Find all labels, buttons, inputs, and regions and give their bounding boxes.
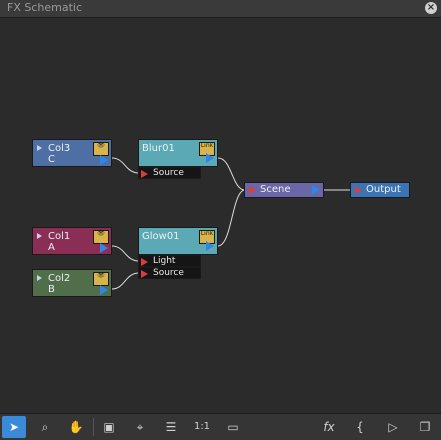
port-source[interactable]: Source: [138, 267, 201, 279]
expand-icon[interactable]: [37, 145, 42, 151]
input-port-icon[interactable]: [141, 270, 148, 278]
input-port-icon[interactable]: [355, 186, 362, 194]
output-port-icon[interactable]: [100, 155, 108, 165]
node-col3[interactable]: Col3 C 👁: [32, 139, 112, 167]
output-port-icon[interactable]: [206, 241, 214, 251]
node-scene[interactable]: Scene: [244, 182, 324, 198]
node-col1[interactable]: Col1 A 👁: [32, 227, 112, 255]
link-badge-label: Link: [200, 230, 214, 237]
node-sub: C: [48, 154, 55, 165]
port-source[interactable]: Source: [138, 167, 201, 179]
separator: [93, 418, 94, 436]
preview-icon[interactable]: ▭: [221, 416, 245, 438]
input-port-icon[interactable]: [249, 186, 256, 194]
wire-blur-scene: [217, 157, 246, 191]
output-port-icon[interactable]: [100, 285, 108, 295]
wire-col1-glow-light: [111, 245, 140, 262]
reorder-icon[interactable]: ☰: [159, 416, 183, 438]
actual-size-icon[interactable]: 1:1: [190, 416, 214, 438]
node-name: Col1: [48, 231, 71, 242]
expand-icon[interactable]: [37, 275, 42, 281]
expand-icon[interactable]: [37, 233, 42, 239]
output-port-icon[interactable]: [206, 153, 214, 163]
node-name: Output: [366, 184, 401, 195]
preview-toggle-icon[interactable]: 👁: [93, 230, 109, 244]
node-name: Glow01: [142, 231, 180, 242]
port-light[interactable]: Light: [138, 255, 201, 267]
node-col2[interactable]: Col2 B 👁: [32, 269, 112, 297]
output-port-icon[interactable]: [100, 243, 108, 253]
port-label: Source: [153, 268, 184, 278]
wire-col3-blur: [111, 157, 140, 174]
input-port-icon[interactable]: [141, 170, 148, 178]
macro-icon[interactable]: {: [348, 416, 372, 438]
schematic-toolbar: ➤ ⌕ ✋ ▣ ⌖ ☰ 1:1 ▭ fx { ▷ ❐: [0, 413, 441, 440]
window-toggle-icon[interactable]: ❐: [413, 416, 437, 438]
wire-col2-glow-source: [111, 272, 140, 290]
select-arrow-icon[interactable]: ➤: [2, 416, 26, 438]
node-blur01[interactable]: Blur01 Link: [138, 139, 218, 167]
focus-icon[interactable]: ⌖: [128, 416, 152, 438]
link-badge-label: Link: [200, 142, 214, 149]
fx-icon[interactable]: fx: [317, 416, 341, 438]
fit-window-icon[interactable]: ▣: [97, 416, 121, 438]
wire-glow-scene: [217, 189, 246, 247]
node-name: Col2: [48, 273, 71, 284]
port-label: Light: [153, 256, 176, 266]
play-icon[interactable]: ▷: [381, 416, 405, 438]
port-label: Source: [153, 168, 184, 178]
node-name: Scene: [260, 184, 291, 195]
node-glow01[interactable]: Glow01 Link: [138, 227, 218, 255]
hand-icon[interactable]: ✋: [64, 416, 88, 438]
node-sub: A: [48, 242, 55, 253]
output-port-icon[interactable]: [312, 185, 320, 195]
preview-toggle-icon[interactable]: 👁: [93, 142, 109, 156]
zoom-icon[interactable]: ⌕: [33, 416, 57, 438]
preview-toggle-icon[interactable]: 👁: [93, 272, 109, 286]
input-port-icon[interactable]: [141, 258, 148, 266]
connection-wires: [111, 157, 351, 290]
node-sub: B: [48, 284, 55, 295]
node-name: Col3: [48, 143, 71, 154]
node-name: Blur01: [142, 143, 175, 154]
node-output[interactable]: Output: [350, 182, 410, 198]
